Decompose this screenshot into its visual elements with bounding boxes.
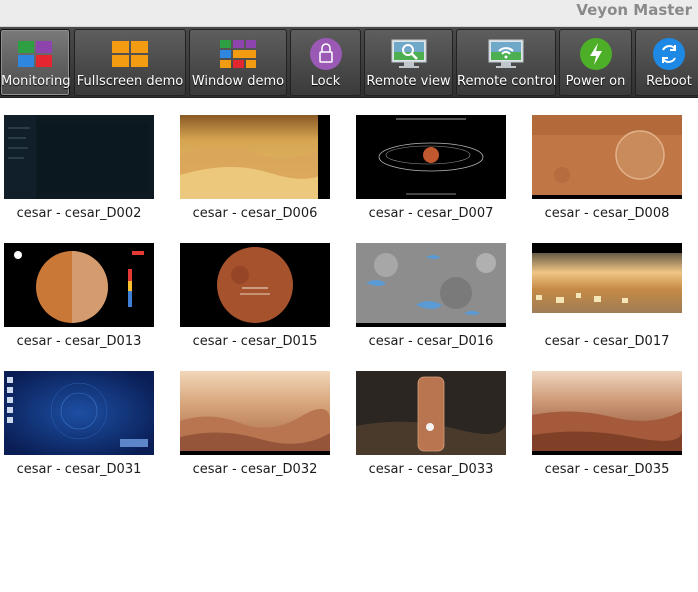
remote-control-icon (488, 39, 524, 68)
window-demo-icon (220, 40, 256, 68)
computer-tile-d033[interactable]: cesar - cesar_D033 (356, 371, 506, 477)
computer-name: cesar - cesar_D008 (544, 206, 670, 221)
computer-tile-d006[interactable]: cesar - cesar_D006 (180, 115, 330, 221)
computer-tile-d035[interactable]: cesar - cesar_D035 (532, 371, 682, 477)
computer-tile-d032[interactable]: cesar - cesar_D032 (180, 371, 330, 477)
computer-tile-d031[interactable]: cesar - cesar_D031 (4, 371, 154, 477)
computer-name: cesar - cesar_D013 (16, 334, 142, 349)
power-on-label: Power on (565, 74, 626, 89)
reboot-icon (653, 38, 685, 70)
screen-thumbnail (532, 115, 682, 199)
computer-name: cesar - cesar_D033 (368, 462, 494, 477)
lock-icon (309, 38, 342, 70)
computer-name: cesar - cesar_D006 (192, 206, 318, 221)
computer-name: cesar - cesar_D016 (368, 334, 494, 349)
fullscreen-demo-icon (112, 41, 148, 67)
monitoring-icon (18, 41, 52, 67)
screen-thumbnail (532, 371, 682, 455)
computer-tile-d013[interactable]: cesar - cesar_D013 (4, 243, 154, 349)
screen-thumbnail (180, 243, 330, 327)
screen-thumbnail (4, 243, 154, 327)
screen-thumbnail (4, 115, 154, 199)
computer-tile-d002[interactable]: cesar - cesar_D002 (4, 115, 154, 221)
remote-control-label: Remote control (457, 74, 557, 89)
screen-thumbnail (356, 371, 506, 455)
power-on-icon (579, 38, 612, 70)
computer-tile-d007[interactable]: cesar - cesar_D007 (356, 115, 506, 221)
computer-name: cesar - cesar_D007 (368, 206, 494, 221)
monitoring-label: Monitoring (1, 74, 71, 89)
screen-thumbnail (180, 115, 330, 199)
monitoring-button[interactable]: Monitoring (0, 29, 71, 96)
computer-name: cesar - cesar_D032 (192, 462, 318, 477)
screen-thumbnail (4, 371, 154, 455)
lock-button[interactable]: Lock (290, 29, 361, 96)
window-demo-button[interactable]: Window demo (189, 29, 287, 96)
lock-label: Lock (310, 74, 341, 89)
computer-name: cesar - cesar_D015 (192, 334, 318, 349)
screen-thumbnail (180, 371, 330, 455)
remote-control-button[interactable]: Remote control (456, 29, 556, 96)
power-on-button[interactable]: Power on (559, 29, 632, 96)
computer-name: cesar - cesar_D035 (544, 462, 670, 477)
reboot-button[interactable]: Reboot (635, 29, 698, 96)
title-bar: Veyon Master (0, 0, 698, 27)
computer-tile-d016[interactable]: cesar - cesar_D016 (356, 243, 506, 349)
remote-view-icon (391, 39, 426, 68)
screen-thumbnail (356, 243, 506, 327)
window-demo-label: Window demo (191, 74, 285, 89)
computer-name: cesar - cesar_D031 (16, 462, 142, 477)
window-title: Veyon Master (576, 1, 692, 19)
computer-name: cesar - cesar_D017 (544, 334, 670, 349)
reboot-label: Reboot (646, 74, 692, 89)
computer-name: cesar - cesar_D002 (16, 206, 142, 221)
screen-thumbnail (532, 243, 682, 327)
remote-view-button[interactable]: Remote view (364, 29, 453, 96)
fullscreen-demo-button[interactable]: Fullscreen demo (74, 29, 186, 96)
computer-tile-d015[interactable]: cesar - cesar_D015 (180, 243, 330, 349)
computer-tile-d017[interactable]: cesar - cesar_D017 (532, 243, 682, 349)
toolbar: Monitoring Fullscreen demo Window demo L… (0, 27, 698, 98)
fullscreen-demo-label: Fullscreen demo (76, 74, 184, 89)
computer-tile-d008[interactable]: cesar - cesar_D008 (532, 115, 682, 221)
screen-thumbnail (356, 115, 506, 199)
remote-view-label: Remote view (366, 74, 451, 89)
